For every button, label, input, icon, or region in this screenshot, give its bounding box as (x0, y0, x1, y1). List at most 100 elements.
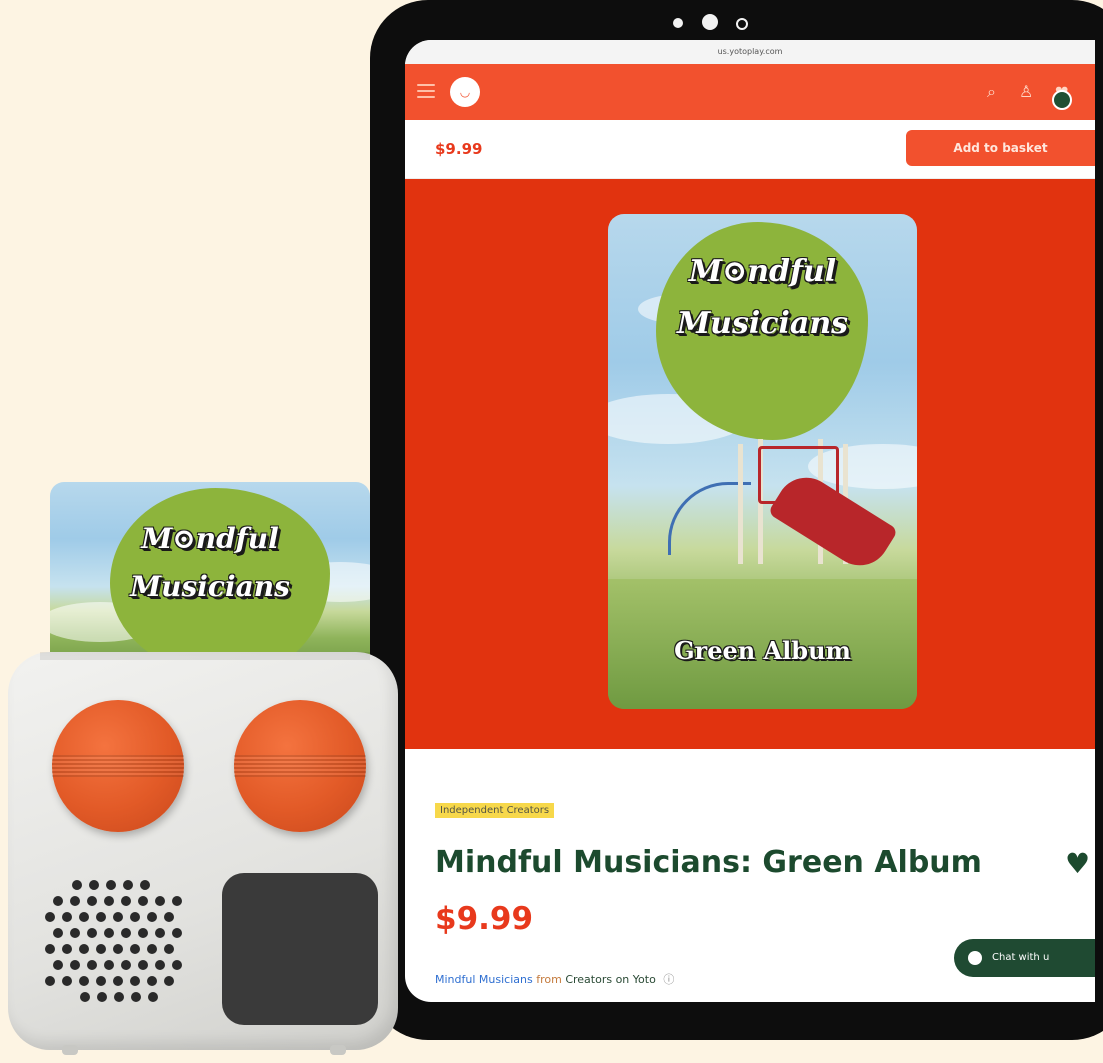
product-price: $9.99 (435, 901, 534, 937)
product-title: Mindful Musicians: Green Album (435, 845, 982, 880)
speaker-hole (45, 944, 55, 954)
chat-button[interactable]: Chat with u (954, 939, 1095, 977)
speaker-hole (155, 960, 165, 970)
speaker-hole (147, 912, 157, 922)
left-knob[interactable] (52, 700, 184, 832)
speaker-hole (172, 896, 182, 906)
camera-dot (673, 18, 683, 28)
speaker-hole (164, 976, 174, 986)
speaker-hole (113, 944, 123, 954)
creator-link[interactable]: Mindful Musicians (435, 973, 533, 986)
speaker-hole (130, 944, 140, 954)
speaker-hole (140, 880, 150, 890)
cart-badge (1052, 90, 1073, 110)
speaker-hole (45, 912, 55, 922)
speaker-hole (70, 896, 80, 906)
speaker-hole (87, 928, 97, 938)
url-text: us.yotoplay.com (717, 47, 783, 56)
speaker-hole (113, 912, 123, 922)
yoto-logo[interactable]: ◡ (450, 77, 480, 107)
speaker-hole (172, 928, 182, 938)
speaker-hole (70, 928, 80, 938)
speaker-hole (164, 912, 174, 922)
pixel-display (222, 873, 378, 1025)
speaker-hole (130, 912, 140, 922)
site-header: ◡ ⌕ ♙ ❤ (405, 64, 1095, 120)
speaker-hole (131, 992, 141, 1002)
player-foot (330, 1045, 346, 1055)
speaker-hole (121, 960, 131, 970)
speaker-hole (89, 880, 99, 890)
speaker-hole (121, 896, 131, 906)
card-slot (40, 652, 370, 660)
speaker-hole (53, 896, 63, 906)
speaker-hole (79, 912, 89, 922)
speaker-hole (147, 976, 157, 986)
inserted-card-title-line2: Musicians (130, 570, 290, 603)
speaker-hole (106, 880, 116, 890)
speaker-hole (121, 928, 131, 938)
cart-icon[interactable]: ❤ (1052, 82, 1073, 110)
speaker-hole (96, 976, 106, 986)
browser-screen: us.yotoplay.com ◡ ⌕ ♙ ❤ $9.99 Add to bas… (405, 40, 1095, 1002)
chat-icon (968, 951, 982, 965)
speaker-hole (79, 976, 89, 986)
speaker-hole (104, 960, 114, 970)
from-text: from (536, 973, 562, 986)
album-card-image[interactable]: M⊙ndful Musicians Green Album (608, 214, 917, 709)
add-to-basket-button[interactable]: Add to basket (906, 130, 1095, 166)
search-icon[interactable]: ⌕ (987, 82, 996, 102)
info-icon[interactable]: ⓘ (663, 973, 674, 986)
speaker-hole (104, 896, 114, 906)
speaker-hole (172, 960, 182, 970)
menu-icon[interactable] (417, 84, 435, 102)
speaker-hole (155, 896, 165, 906)
speaker-hole (96, 944, 106, 954)
speaker-grille (45, 880, 185, 1010)
category-tag[interactable]: Independent Creators (435, 803, 555, 818)
speaker-hole (53, 928, 63, 938)
product-byline: Mindful Musicians from Creators on Yoto … (435, 971, 674, 987)
product-info: Independent Creators Mindful Musicians: … (405, 749, 1095, 1002)
speaker-hole (45, 976, 55, 986)
speaker-hole (53, 960, 63, 970)
speaker-hole (155, 928, 165, 938)
tablet-device: us.yotoplay.com ◡ ⌕ ♙ ❤ $9.99 Add to bas… (370, 0, 1103, 1040)
player-foot (62, 1045, 78, 1055)
speaker-hole (130, 976, 140, 986)
card-subtitle: Green Album (674, 636, 851, 665)
inserted-card-title-line1: M⊙ndful (141, 522, 279, 555)
user-icon[interactable]: ♙ (1019, 82, 1033, 102)
speaker-hole (138, 960, 148, 970)
sticky-purchase-bar: $9.99 Add to basket (405, 120, 1095, 179)
speaker-hole (79, 944, 89, 954)
speaker-hole (87, 960, 97, 970)
speaker-hole (97, 992, 107, 1002)
speaker-hole (80, 992, 90, 1002)
speaker-hole (62, 944, 72, 954)
chat-label: Chat with u (992, 952, 1050, 963)
speaker-hole (87, 896, 97, 906)
speaker-hole (164, 944, 174, 954)
speaker-hole (62, 912, 72, 922)
inserted-card: M⊙ndful Musicians (50, 482, 370, 672)
speaker-hole (104, 928, 114, 938)
speaker-hole (138, 928, 148, 938)
product-hero: M⊙ndful Musicians Green Album (405, 179, 1095, 749)
heart-icon[interactable]: ♥ (1065, 849, 1095, 879)
source-text: Creators on Yoto (565, 973, 656, 986)
speaker-hole (62, 976, 72, 986)
speaker-hole (96, 912, 106, 922)
speaker-hole (70, 960, 80, 970)
sticky-price: $9.99 (435, 140, 483, 158)
speaker-hole (138, 896, 148, 906)
address-bar[interactable]: us.yotoplay.com (405, 40, 1095, 64)
speaker-hole (148, 992, 158, 1002)
speaker-hole (113, 976, 123, 986)
speaker-hole (114, 992, 124, 1002)
right-knob[interactable] (234, 700, 366, 832)
card-title-line1: M⊙ndful (688, 254, 837, 289)
sensor-dot (736, 18, 748, 30)
speaker-hole (123, 880, 133, 890)
speaker-hole (72, 880, 82, 890)
